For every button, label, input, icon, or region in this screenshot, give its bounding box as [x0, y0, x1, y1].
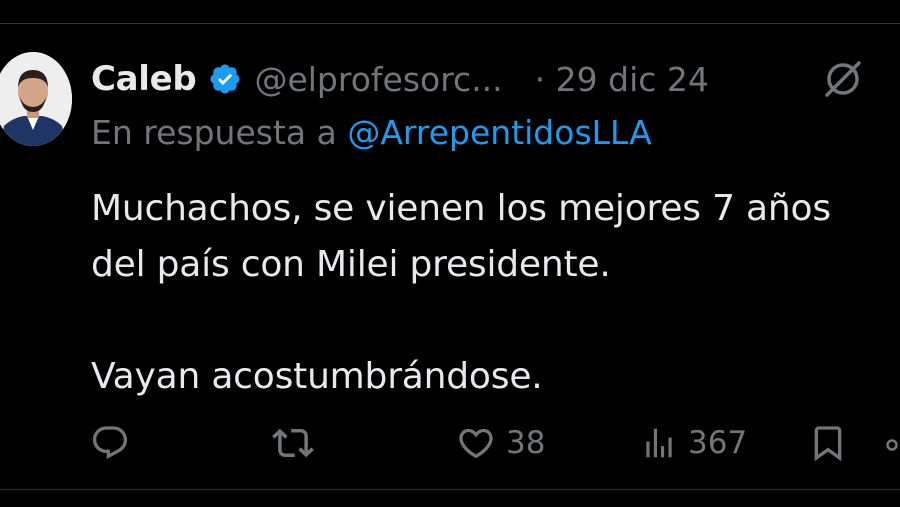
views-count: 367	[688, 425, 748, 461]
verified-badge-icon	[208, 62, 242, 96]
tweet-header: Caleb @elprofesorc... · 29 dic 24	[91, 56, 709, 102]
share-icon	[884, 423, 900, 463]
views-icon	[640, 423, 678, 463]
bookmark-button[interactable]	[808, 418, 848, 468]
author-handle[interactable]: @elprofesorc...	[254, 60, 502, 99]
views-button[interactable]: 367	[640, 418, 747, 468]
share-button[interactable]	[884, 418, 900, 468]
retweet-icon	[272, 422, 314, 464]
tweet-paragraph: Muchachos, se vienen los mejores 7 años …	[91, 188, 831, 285]
heart-icon	[456, 423, 496, 463]
reply-icon	[90, 423, 130, 463]
bottom-divider	[0, 489, 900, 490]
bookmark-icon	[808, 423, 848, 463]
tweet-paragraph: Vayan acostumbrándose.	[91, 356, 543, 397]
action-bar: 38 367	[0, 418, 900, 468]
reply-button[interactable]	[90, 418, 130, 468]
like-count: 38	[506, 425, 546, 461]
retweet-button[interactable]	[272, 418, 314, 468]
reply-context: En respuesta a @ArrepentidosLLA	[91, 113, 652, 152]
author-name[interactable]: Caleb	[91, 59, 197, 99]
reply-mention-link[interactable]: @ArrepentidosLLA	[347, 113, 651, 152]
like-button[interactable]: 38	[456, 418, 545, 468]
grok-icon[interactable]	[822, 58, 864, 100]
tweet-body: Muchachos, se vienen los mejores 7 años …	[91, 181, 891, 405]
avatar[interactable]	[0, 52, 72, 146]
reply-prefix: En respuesta a	[91, 113, 337, 152]
top-divider	[0, 23, 900, 24]
tweet-date[interactable]: · 29 dic 24	[535, 60, 709, 99]
